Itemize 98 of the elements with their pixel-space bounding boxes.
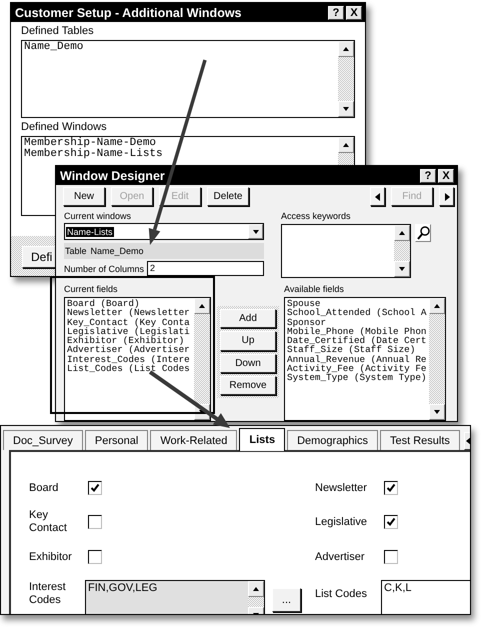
list-item[interactable]: Staff_Size (Staff Size) [287, 345, 427, 355]
help-button[interactable]: ? [420, 168, 436, 182]
list-item[interactable]: List_Codes (List Codes [67, 364, 192, 374]
scroll-up-button[interactable] [338, 137, 354, 153]
close-button[interactable]: X [346, 6, 362, 20]
list-item[interactable]: School_Attended (School A [287, 308, 427, 318]
up-arrow-icon [198, 302, 206, 310]
field-label: Defined Tables [21, 25, 95, 38]
list-item[interactable]: Board (Board) [67, 299, 192, 308]
up-arrow-icon [252, 585, 260, 593]
list-item[interactable]: Annual_Revenue (Annual Re [287, 354, 427, 364]
list-item[interactable]: Activity_Fee (Activity Fe [287, 364, 427, 374]
scrollbar[interactable] [338, 41, 354, 117]
toolbar-button[interactable]: Delete [207, 187, 249, 206]
field-label: Board [29, 482, 60, 494]
close-button[interactable]: X [438, 168, 454, 182]
scroll-down-button[interactable] [338, 101, 354, 117]
field-label: Legislative [315, 516, 368, 528]
action-button[interactable]: Add [220, 309, 276, 328]
input-field[interactable]: C,K,L [381, 580, 470, 614]
scroll-up-button[interactable] [194, 298, 210, 314]
search-icon [416, 226, 430, 240]
field-label: Key Contact [29, 509, 68, 535]
scroll-down-button[interactable] [429, 404, 445, 420]
field-label: Table [65, 246, 87, 256]
scrollbar[interactable] [194, 298, 210, 420]
field-label: Newsletter [315, 482, 368, 494]
list-item[interactable]: Newsletter (Newsletter [67, 308, 192, 318]
window-title: Window Designer [60, 168, 166, 182]
checkbox[interactable] [88, 481, 102, 495]
dropdown[interactable]: Name-Lists [64, 223, 264, 240]
scrollbar[interactable] [248, 581, 264, 614]
up-arrow-icon [342, 45, 350, 53]
up-arrow-icon [398, 229, 406, 237]
checkbox[interactable] [384, 550, 398, 564]
list-item[interactable]: Sponsor [287, 318, 427, 327]
previous-button[interactable] [370, 187, 385, 206]
list-item[interactable]: Interest_Codes (Intere [67, 354, 192, 364]
window-title: Customer Setup - Additional Windows [15, 6, 243, 20]
field-value: Name_Demo [90, 246, 144, 256]
list-item[interactable]: Key_Contact (Key Conta [67, 318, 192, 327]
tab[interactable]: Work-Related [150, 430, 238, 450]
scroll-up-button[interactable] [338, 41, 354, 57]
toolbar-button[interactable]: New [63, 187, 105, 206]
action-button[interactable]: Up [220, 331, 276, 350]
down-arrow-icon [342, 105, 350, 113]
checkbox[interactable] [88, 515, 102, 529]
tab[interactable]: Lists [239, 428, 286, 451]
right-arrow-icon [442, 192, 450, 200]
tab[interactable]: Test Results [380, 430, 460, 450]
checkbox[interactable] [384, 515, 398, 529]
list-field[interactable]: FIN,GOV,LEG [85, 580, 265, 614]
up-arrow-icon [433, 302, 441, 310]
left-arrow-icon [374, 192, 382, 200]
list-item[interactable]: Legislative (Legislati [67, 326, 192, 336]
up-arrow-icon [342, 141, 350, 149]
list-box[interactable]: Name_Demo [21, 40, 355, 118]
list-item[interactable]: System_Type (System Type) [287, 373, 427, 383]
field-label: Current fields [64, 283, 119, 295]
down-arrow-icon [398, 265, 406, 273]
list-box[interactable] [281, 224, 411, 278]
input-field[interactable]: 2 [147, 261, 264, 276]
field-label: Defined Windows [21, 121, 108, 134]
field-label: Interest Codes [29, 581, 67, 607]
tab[interactable]: Demographics [287, 430, 378, 450]
next-button[interactable] [439, 187, 454, 206]
scrollbar[interactable] [394, 225, 410, 277]
field-label: List Codes [315, 588, 368, 600]
scroll-up-button[interactable] [429, 298, 445, 314]
field-label: Available fields [284, 283, 345, 295]
action-button[interactable]: Down [220, 354, 276, 373]
field-label: Access keywords [281, 210, 352, 222]
field-label: Current windows [64, 210, 132, 222]
checkbox[interactable] [384, 481, 398, 495]
list-item[interactable]: Mobile_Phone (Mobile Phon [287, 326, 427, 336]
list-item[interactable]: Membership-Name-Demo [24, 138, 336, 149]
action-button[interactable]: Remove [220, 376, 276, 395]
list-item[interactable]: Spouse [287, 299, 427, 308]
tab[interactable]: Doc_Survey [3, 430, 83, 450]
field-label: Exhibitor [29, 550, 73, 564]
scroll-up-button[interactable] [248, 581, 264, 597]
checkbox[interactable] [88, 550, 102, 564]
scrollbar[interactable] [429, 298, 445, 420]
down-arrow-icon [433, 408, 441, 416]
list-item[interactable]: Date_Certified (Date Cert [287, 336, 427, 346]
help-button[interactable]: ? [328, 6, 344, 20]
scroll-down-button[interactable] [394, 261, 410, 277]
field-label: Advertiser [315, 550, 366, 564]
list-box[interactable]: Spouse School_Attended (School A Sponsor Mobile_Phone (Mobile Phon Date_Certified (Date Cert Staff_Size (Staff Size) Annual_Revenue (Annual Re Activity_Fee (Activity Fe System_Type (System Type) [284, 297, 446, 421]
search-button[interactable] [415, 224, 431, 242]
list-item[interactable]: Membership-Name-Lists [24, 149, 336, 160]
tab[interactable]: Personal [84, 430, 148, 450]
browse-button[interactable]: ... [272, 588, 301, 612]
scroll-up-button[interactable] [394, 225, 410, 241]
list-item[interactable]: Name_Demo [24, 42, 336, 53]
list-item[interactable]: Advertiser (Advertiser [67, 345, 192, 355]
list-item[interactable]: Exhibitor (Exhibitor) [67, 336, 192, 346]
list-box[interactable]: Board (Board) Newsletter (Newsletter Key_Contact (Key Conta Legislative (Legislati Exhibitor (Exhibitor) Advertiser (Advertiser Interest_Codes (Intere List_Codes (List Codes [64, 297, 211, 421]
